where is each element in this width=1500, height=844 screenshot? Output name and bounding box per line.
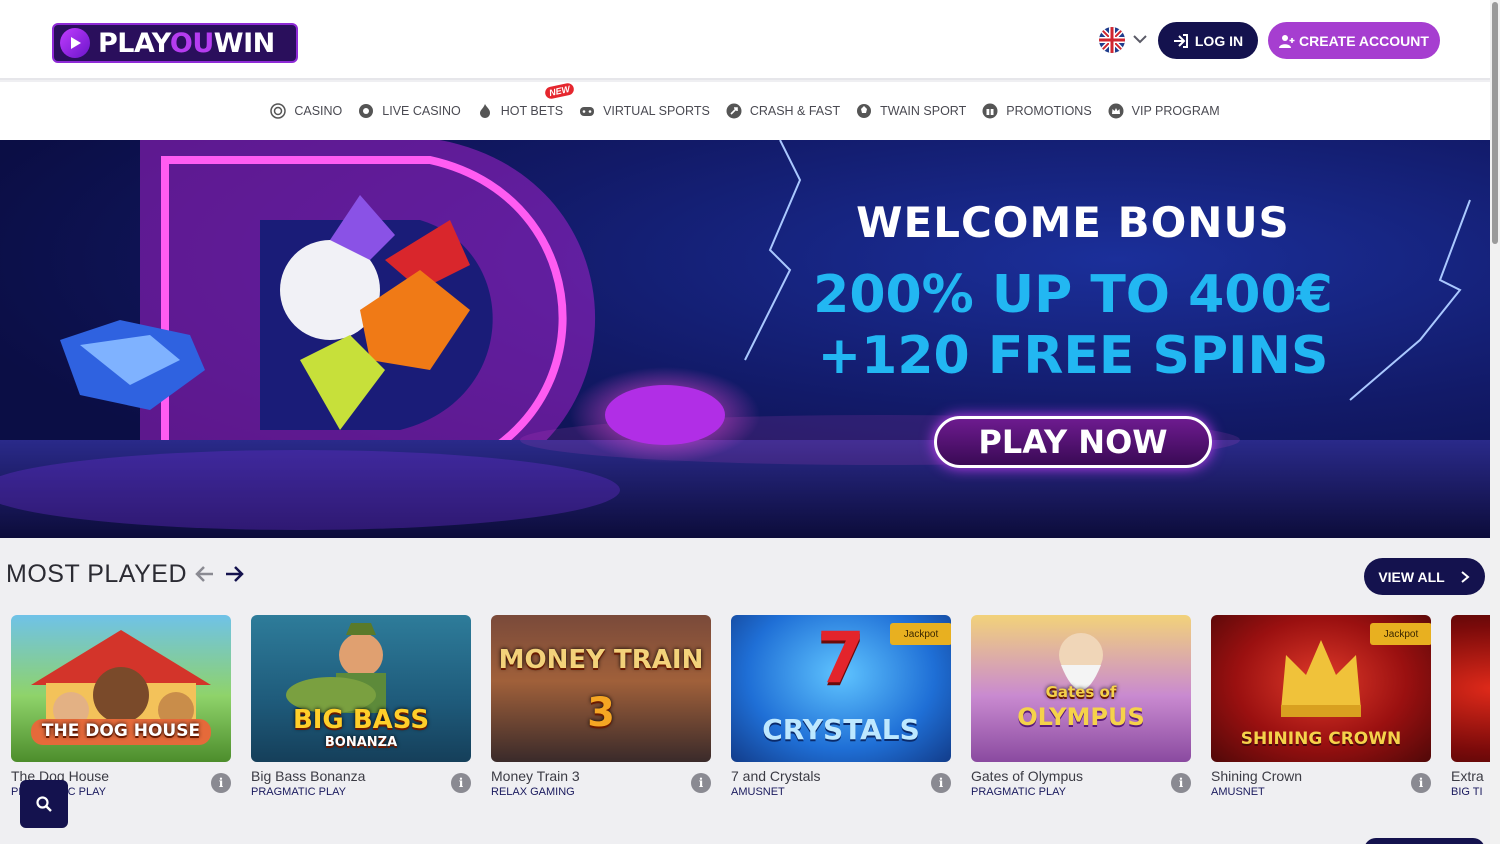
thumbnail-title: Gates of [1045,683,1117,701]
create-account-label: CREATE ACCOUNT [1299,32,1429,49]
arrow-left-icon[interactable] [193,562,217,586]
rocket-icon [726,103,742,119]
banner-bonus-amount: 200% UP TO 400€ [813,265,1333,325]
arrow-right-icon[interactable] [222,562,246,586]
crown-icon [1108,103,1124,119]
chevron-right-icon [1461,570,1470,583]
new-badge: NEW [543,82,575,100]
jackpot-badge: Jackpot [890,623,951,645]
game-thumbnail[interactable] [1451,615,1490,762]
add-user-icon [1279,34,1295,48]
login-button[interactable]: LOG IN [1158,22,1258,59]
scrollbar-thumb[interactable] [1492,2,1498,244]
game-thumbnail[interactable]: BIG BASS BONANZA [251,615,471,762]
nav-label: CRASH & FAST [749,104,841,118]
jackpot-badge: Jackpot [1370,623,1431,645]
thumbnail-title: MONEY TRAIN [498,645,704,675]
game-name: 7 and Crystals [731,768,821,784]
game-name: Money Train 3 [491,768,580,784]
create-account-button[interactable]: CREATE ACCOUNT [1268,22,1440,59]
game-card[interactable]: Gates of OLYMPUS Gates of Olympus PRAGMA… [971,615,1191,805]
live-casino-icon [359,104,374,118]
info-icon[interactable]: i [451,773,471,793]
game-thumbnail[interactable]: THE DOG HOUSE [11,615,231,762]
game-name: Extra [1451,768,1484,784]
game-provider: BIG TI [1451,786,1483,798]
search-icon [36,796,52,812]
nav-label: TWAIN SPORT [880,104,967,118]
game-card[interactable]: 7 CRYSTALS Jackpot 7 and Crystals AMUSNE… [731,615,951,805]
game-card[interactable]: MONEY TRAIN 3 Money Train 3 RELAX GAMING… [491,615,711,805]
nav-label: LIVE CASINO [382,104,461,118]
game-provider: AMUSNET [731,786,785,798]
info-icon[interactable]: i [691,773,711,793]
info-icon[interactable]: i [1171,773,1191,793]
logo-text: PLAYOUWIN [98,27,275,59]
login-label: LOG IN [1194,32,1244,49]
main-nav: CASINO LIVE CASINO HOT BETS NEW VIRTUAL … [0,82,1490,140]
uk-flag-icon[interactable] [1099,27,1125,53]
chevron-down-icon[interactable] [1131,30,1149,48]
play-now-button[interactable]: PLAY NOW [934,416,1212,468]
next-section-button[interactable] [1364,838,1485,844]
page: PLAYOUWIN LOG IN CREATE ACCOUNT CASINO L… [0,0,1500,844]
welcome-bonus-banner[interactable]: WELCOME BONUS 200% UP TO 400€ +120 FREE … [0,140,1490,538]
thumbnail-subtitle: CRYSTALS [762,713,920,746]
nav-item-hot-bets[interactable]: HOT BETS NEW [477,82,575,119]
banner-title: WELCOME BONUS [856,198,1290,247]
nav-item-twain-sport[interactable]: TWAIN SPORT [856,103,966,119]
game-card[interactable]: THE DOG HOUSE The Dog House PRAGMATIC PL… [11,615,231,805]
game-card[interactable]: BIG BASS BONANZA Big Bass Bonanza PRAGMA… [251,615,471,805]
nav-item-crash-fast[interactable]: CRASH & FAST [726,103,840,119]
casino-chip-icon [270,103,287,119]
game-thumbnail[interactable]: 7 CRYSTALS Jackpot [731,615,951,762]
game-name: Big Bass Bonanza [251,768,366,784]
game-provider: PRAGMATIC PLAY [251,786,346,798]
nav-item-vip-program[interactable]: VIP PROGRAM [1108,103,1220,119]
game-thumbnail[interactable]: Gates of OLYMPUS [971,615,1191,762]
game-provider: PRAGMATIC PLAY [971,786,1066,798]
most-played-carousel: THE DOG HOUSE The Dog House PRAGMATIC PL… [11,615,1490,815]
thumbnail-title: BIG BASS [292,705,430,735]
thumbnail-subtitle: 3 [587,690,615,736]
game-card[interactable]: SHINING CROWN Jackpot Shining Crown AMUS… [1211,615,1431,805]
flame-icon [479,104,490,118]
game-name: Shining Crown [1211,768,1303,784]
nav-item-live-casino[interactable]: LIVE CASINO [358,103,461,119]
thumbnail-subtitle: BONANZA [324,735,398,750]
thumbnail-title: THE DOG HOUSE [41,721,201,741]
nav-label: PROMOTIONS [1006,104,1092,118]
info-icon[interactable]: i [931,773,951,793]
game-thumbnail[interactable]: SHINING CROWN Jackpot [1211,615,1431,762]
game-provider: AMUSNET [1211,786,1265,798]
game-thumbnail[interactable]: MONEY TRAIN 3 [491,615,711,762]
play-icon [60,28,90,58]
nav-label: VIRTUAL SPORTS [603,104,710,118]
game-card[interactable]: Extra BIG TI [1451,615,1490,805]
login-icon [1173,33,1188,48]
gift-icon [982,103,998,119]
thumbnail-title: SHINING CROWN [1240,729,1402,749]
search-button[interactable] [20,780,68,828]
thumbnail-subtitle: OLYMPUS [1017,703,1145,731]
header: PLAYOUWIN LOG IN CREATE ACCOUNT [0,0,1490,80]
view-all-button[interactable]: VIEW ALL [1364,558,1485,595]
info-icon[interactable]: i [1411,773,1431,793]
nav-item-virtual-sports[interactable]: VIRTUAL SPORTS [579,103,710,119]
nav-label: VIP PROGRAM [1131,104,1220,118]
scrollbar[interactable] [1490,0,1500,844]
nav-item-casino[interactable]: CASINO [270,103,342,119]
site-logo[interactable]: PLAYOUWIN [52,23,298,63]
section-title-most-played: MOST PLAYED [6,560,188,588]
info-icon[interactable]: i [211,773,231,793]
nav-label: CASINO [294,104,343,118]
view-all-label: VIEW ALL [1378,568,1445,585]
game-provider: RELAX GAMING [491,786,575,798]
ball-icon [857,104,872,118]
game-name: Gates of Olympus [971,768,1084,784]
banner-free-spins: +120 FREE SPINS [817,326,1329,386]
gamepad-icon [580,107,595,116]
nav-label: HOT BETS [500,104,564,118]
nav-item-promotions[interactable]: PROMOTIONS [982,103,1092,119]
